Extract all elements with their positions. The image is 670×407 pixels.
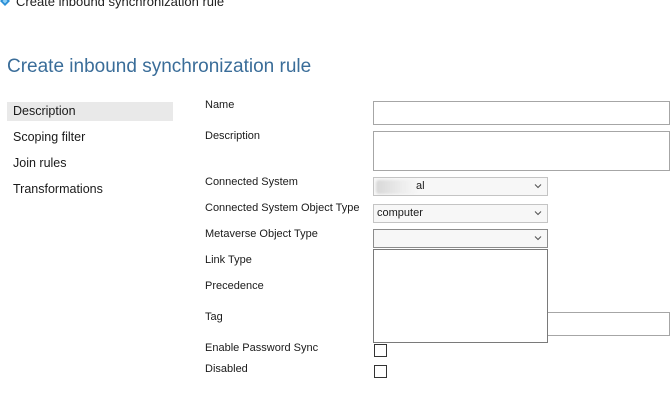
nav-item-scoping-filter[interactable]: Scoping filter [7, 128, 173, 147]
name-input[interactable] [373, 101, 670, 125]
app-icon [0, 0, 10, 6]
sync-rule-editor-window: Create inbound synchronization rule Crea… [0, 0, 670, 407]
wizard-nav: Description Scoping filter Join rules Tr… [7, 102, 173, 206]
connected-system-object-type-label: Connected System Object Type [205, 202, 360, 214]
description-input[interactable] [373, 131, 670, 171]
disabled-label: Disabled [205, 363, 248, 375]
chevron-down-icon [534, 236, 542, 241]
name-label: Name [205, 99, 235, 111]
nav-item-transformations[interactable]: Transformations [7, 180, 173, 199]
title-bar: Create inbound synchronization rule [0, 0, 670, 12]
description-label: Description [205, 130, 261, 142]
connected-system-object-type-select[interactable]: computer [373, 204, 548, 223]
link-type-label: Link Type [205, 254, 252, 266]
redacted-value [376, 180, 418, 194]
enable-password-sync-checkbox[interactable] [374, 344, 387, 357]
connected-system-label: Connected System [205, 176, 298, 188]
page-title: Create inbound synchronization rule [7, 56, 312, 77]
connected-system-select[interactable]: al [373, 177, 548, 196]
connected-system-value: al [416, 180, 425, 192]
tag-label: Tag [205, 311, 223, 323]
chevron-down-icon [534, 211, 542, 216]
nav-item-join-rules[interactable]: Join rules [7, 154, 173, 173]
window-title: Create inbound synchronization rule [16, 0, 225, 9]
metaverse-object-type-label: Metaverse Object Type [205, 228, 318, 240]
metaverse-object-type-select[interactable] [373, 229, 548, 248]
nav-item-description[interactable]: Description [7, 102, 173, 121]
connected-system-object-type-value: computer [377, 207, 423, 219]
metaverse-object-type-dropdown-list[interactable] [373, 249, 548, 343]
precedence-label: Precedence [205, 280, 264, 292]
enable-password-sync-label: Enable Password Sync [205, 342, 319, 354]
chevron-down-icon [534, 184, 542, 189]
disabled-checkbox[interactable] [374, 365, 387, 378]
